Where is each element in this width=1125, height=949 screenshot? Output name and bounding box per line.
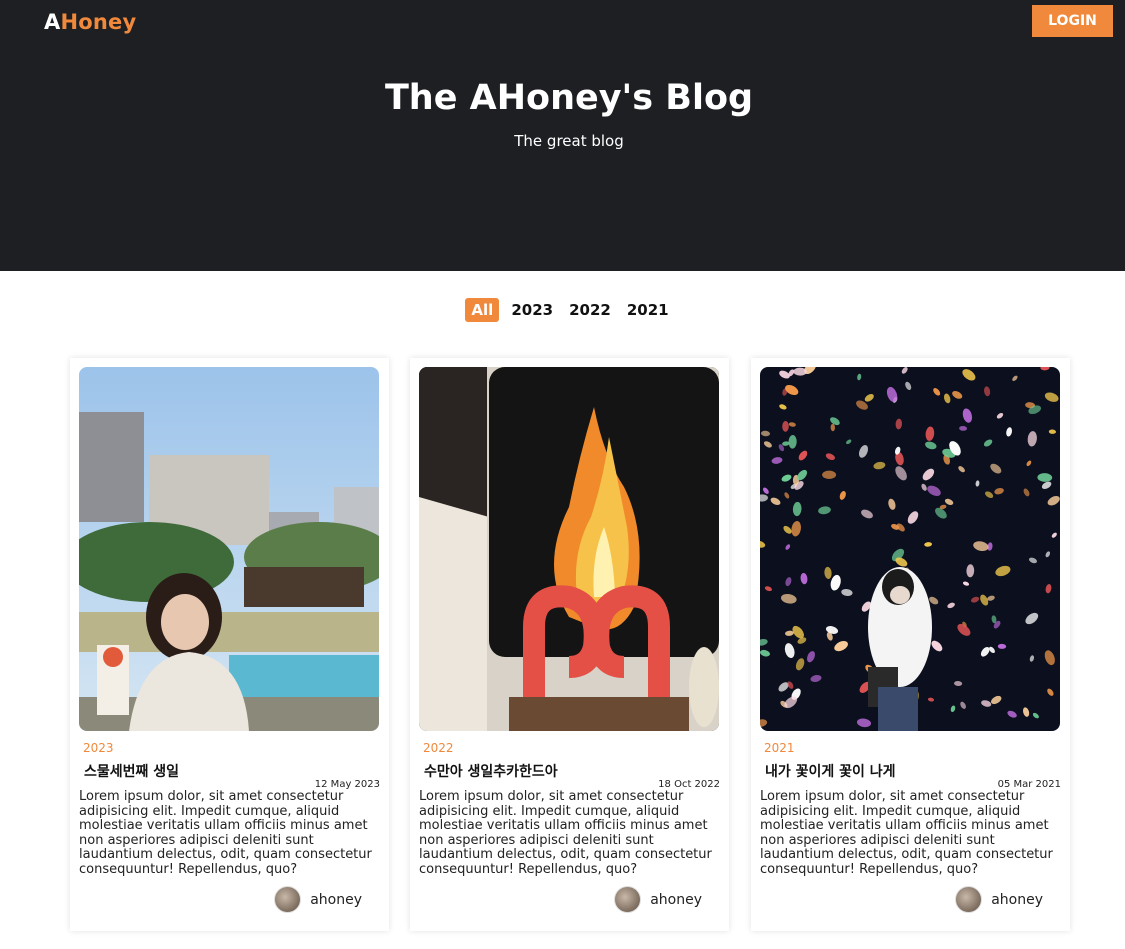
login-button[interactable]: LOGIN xyxy=(1032,5,1113,37)
post-photo[interactable] xyxy=(419,367,719,731)
post-card[interactable]: 2023 스물세번째 생일 12 May 2023 Lorem ipsum do… xyxy=(70,358,389,931)
post-excerpt: Lorem ipsum dolor, sit amet consectetur … xyxy=(760,789,1053,877)
author-name: ahoney xyxy=(991,891,1043,908)
post-title[interactable]: 스물세번째 생일 xyxy=(84,761,179,781)
filter-all[interactable]: All xyxy=(465,298,500,322)
post-card[interactable]: 2022 수만아 생일추카한드아 18 Oct 2022 Lorem ipsum… xyxy=(410,358,729,931)
post-year: 2021 xyxy=(764,741,795,755)
author-name: ahoney xyxy=(310,891,362,908)
avatar xyxy=(274,886,302,913)
avatar xyxy=(955,886,983,913)
site-header: AHoney LOGIN The AHoney's Blog The great… xyxy=(0,0,1125,271)
filter-2021[interactable]: 2021 xyxy=(623,298,673,322)
post-title[interactable]: 내가 꽃이게 꽃이 나게 xyxy=(765,761,896,781)
post-author[interactable]: ahoney xyxy=(614,886,702,913)
filter-2023[interactable]: 2023 xyxy=(507,298,557,322)
filter-2022[interactable]: 2022 xyxy=(565,298,615,322)
logo-suffix: Honey xyxy=(60,10,137,34)
logo-prefix: A xyxy=(44,10,61,34)
post-title[interactable]: 수만아 생일추카한드아 xyxy=(424,761,558,781)
year-filter-bar: All 2023 2022 2021 xyxy=(0,298,1125,322)
post-excerpt: Lorem ipsum dolor, sit amet consectetur … xyxy=(419,789,712,877)
post-year: 2022 xyxy=(423,741,454,755)
page-title: The AHoney's Blog xyxy=(384,78,754,118)
post-year: 2023 xyxy=(83,741,114,755)
avatar xyxy=(614,886,642,913)
author-name: ahoney xyxy=(650,891,702,908)
post-author[interactable]: ahoney xyxy=(955,886,1043,913)
post-excerpt: Lorem ipsum dolor, sit amet consectetur … xyxy=(79,789,372,877)
post-photo[interactable] xyxy=(760,367,1060,731)
page-subtitle: The great blog xyxy=(514,132,624,150)
post-author[interactable]: ahoney xyxy=(274,886,362,913)
post-card[interactable]: 2021 내가 꽃이게 꽃이 나게 05 Mar 2021 Lorem ipsu… xyxy=(751,358,1070,931)
post-photo[interactable] xyxy=(79,367,379,731)
site-logo[interactable]: AHoney xyxy=(44,10,136,34)
